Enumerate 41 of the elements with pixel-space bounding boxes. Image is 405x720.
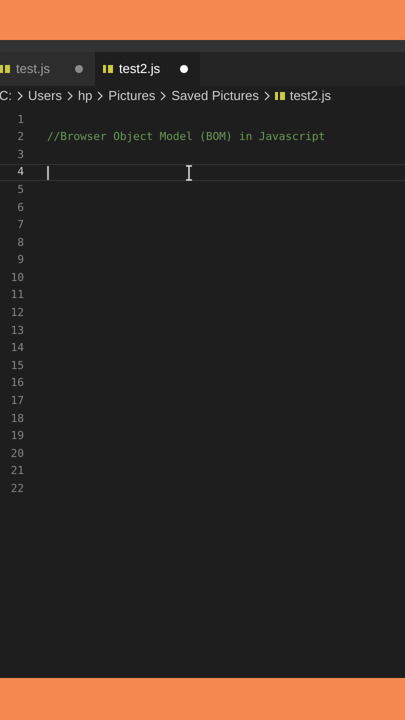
javascript-file-icon [103, 65, 113, 73]
javascript-file-icon [274, 92, 285, 100]
code-comment: //Browser Object Model (BOM) in Javascript [47, 129, 326, 146]
chevron-icon [160, 91, 166, 101]
line-number: 10 [10, 270, 24, 286]
line-number: 7 [16, 217, 24, 234]
editor-tab[interactable]: test2.js [95, 52, 200, 86]
line-number: 8 [16, 234, 24, 251]
line-number: 13 [10, 322, 24, 339]
breadcrumb-item[interactable]: C: [0, 86, 12, 106]
line-number: 2 [16, 129, 24, 146]
chevron-icon [264, 91, 270, 101]
line-number: 17 [10, 393, 24, 410]
line-number: 22 [10, 481, 24, 498]
breadcrumb-item[interactable]: Saved Pictures [171, 86, 259, 106]
i-beam-cursor-icon [185, 164, 193, 181]
line-number: 19 [10, 428, 24, 444]
line-number: 4 [16, 164, 24, 180]
line-number: 3 [16, 146, 24, 163]
line-number: 16 [10, 375, 24, 392]
breadcrumb-item[interactable]: Users [28, 86, 62, 106]
line-number: 11 [10, 287, 24, 304]
javascript-file-icon [0, 65, 10, 73]
editor-tab[interactable]: test.js [0, 52, 95, 86]
breadcrumb-item[interactable]: test2.js [290, 86, 332, 106]
line-number: 21 [10, 463, 24, 480]
line-number: 5 [16, 182, 24, 198]
chevron-icon [17, 91, 23, 101]
chevron-icon [66, 91, 73, 101]
breadcrumb-item[interactable]: Pictures [108, 86, 156, 106]
line-number: 6 [16, 200, 24, 216]
line-number: 12 [10, 305, 24, 322]
line-number: 1 [16, 112, 24, 128]
text-cursor [47, 166, 49, 180]
line-number: 18 [10, 410, 24, 427]
chevron-icon [97, 91, 104, 101]
breadcrumb-item[interactable]: hp [78, 86, 92, 106]
line-number: 20 [10, 446, 24, 462]
line-number: 15 [10, 358, 24, 374]
line-number: 14 [10, 340, 24, 356]
line-number: 9 [16, 252, 24, 268]
